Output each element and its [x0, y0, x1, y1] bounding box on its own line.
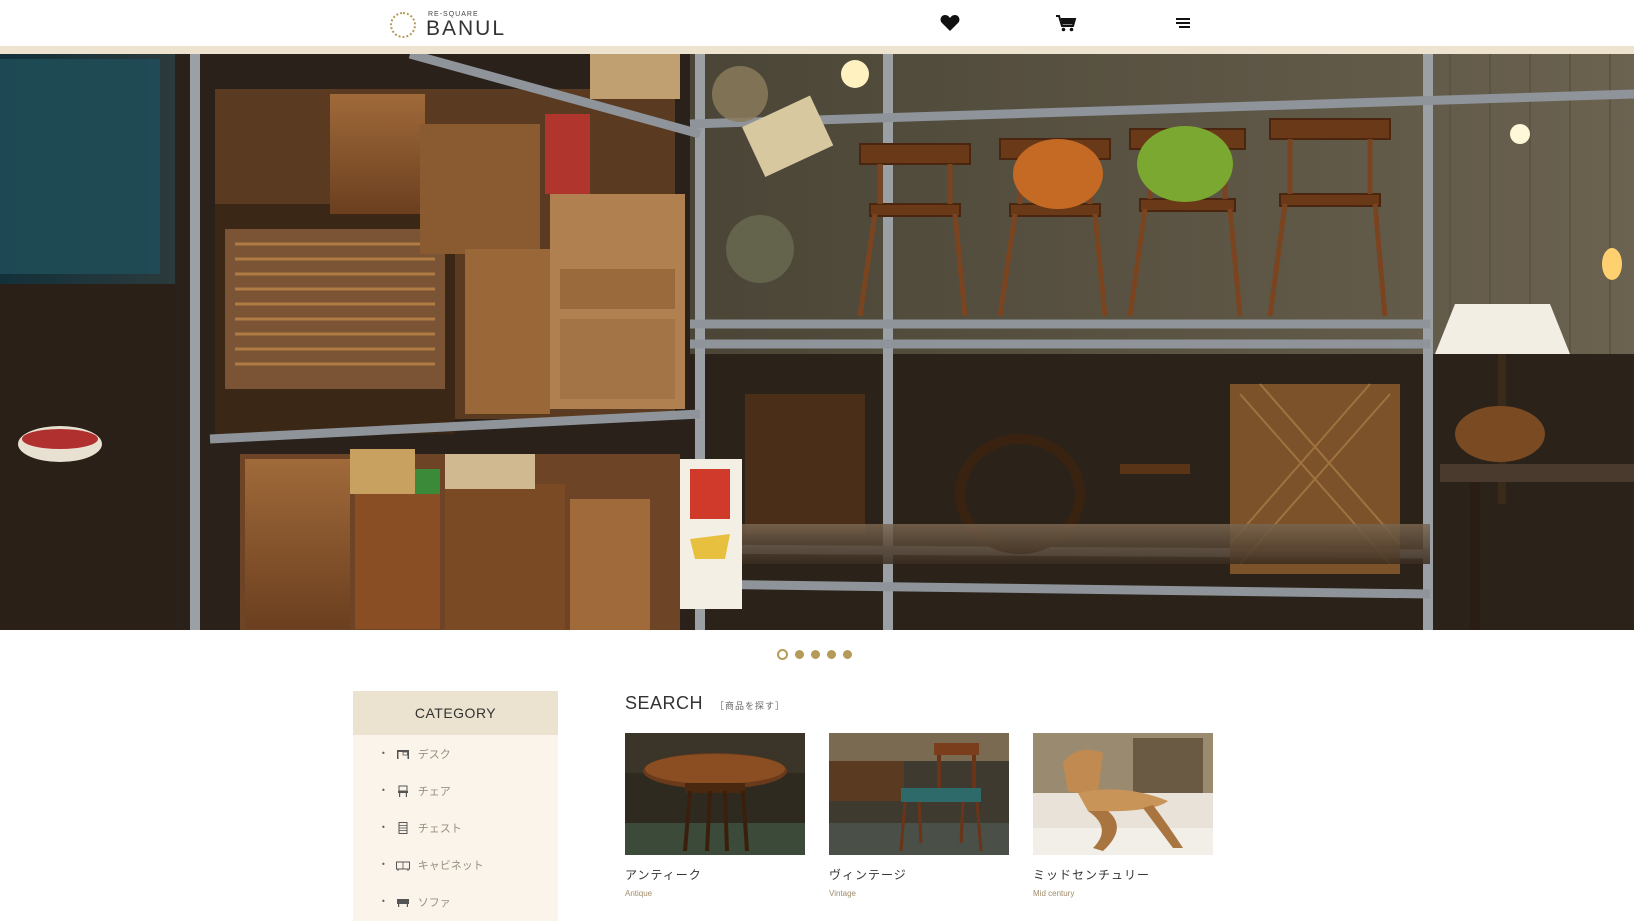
- logo-brand-text: BAΝUL: [426, 17, 507, 40]
- cart-icon: [1056, 15, 1077, 32]
- category-item-label: チェア: [417, 784, 451, 798]
- search-subtitle: ［商品を探す］: [715, 702, 786, 712]
- category-item-chair[interactable]: • チェア: [353, 772, 558, 809]
- card-subtitle: Vintage: [829, 889, 856, 898]
- site-logo[interactable]: RE-SQUARE BAΝUL: [390, 9, 530, 41]
- carousel-dot-3[interactable]: [811, 650, 820, 659]
- hero-slide-image: [0, 54, 1634, 630]
- card-title: ミッドセンチュリー: [1033, 868, 1151, 882]
- chest-icon: [398, 821, 408, 834]
- menu-icon: [1176, 18, 1190, 28]
- bullet-icon: •: [381, 823, 386, 832]
- category-item-label: ソファ: [417, 895, 451, 909]
- logo-ring-mark: [390, 12, 416, 38]
- category-item-desk[interactable]: • デスク: [353, 735, 558, 772]
- cart-button[interactable]: [1054, 11, 1078, 35]
- card-subtitle: Antique: [625, 889, 653, 898]
- desk-icon: [396, 749, 409, 759]
- header-accent-stripe: [0, 46, 1634, 54]
- category-item-label: キャビネット: [417, 858, 484, 872]
- category-item-label: チェスト: [417, 821, 462, 835]
- cabinet-icon: [395, 861, 410, 871]
- category-item-sofa[interactable]: • ソファ: [353, 883, 558, 920]
- bullet-icon: •: [381, 897, 386, 906]
- category-item-cabinet[interactable]: • キャビネット: [353, 846, 558, 883]
- category-item-chest[interactable]: • チェスト: [353, 809, 558, 846]
- antique-shop-photo: [0, 54, 1634, 630]
- category-list: • デスク • チェア • チェスト • キャビネット • ソファ: [353, 735, 558, 920]
- chair-icon: [397, 785, 408, 797]
- card-title: アンティーク: [625, 868, 702, 882]
- carousel-dot-2[interactable]: [795, 650, 804, 659]
- card-title: ヴィンテージ: [829, 868, 907, 882]
- bullet-icon: •: [381, 860, 386, 869]
- carousel-dots: [777, 649, 852, 660]
- category-item-label: デスク: [417, 747, 451, 761]
- site-header: RE-SQUARE BAΝUL: [0, 0, 1634, 46]
- search-card-mid-century[interactable]: ミッドセンチュリー Mid century: [1033, 733, 1213, 898]
- heart-icon: [940, 15, 960, 31]
- category-panel: CATEGORY • デスク • チェア • チェスト • キャビネット • ソ…: [353, 691, 558, 921]
- sofa-icon: [396, 898, 409, 907]
- favorites-button[interactable]: [938, 11, 962, 35]
- search-card-vintage[interactable]: ヴィンテージ Vintage: [829, 733, 1009, 898]
- bullet-icon: •: [381, 749, 386, 758]
- carousel-dot-5[interactable]: [843, 650, 852, 659]
- card-subtitle: Mid century: [1033, 889, 1075, 898]
- bullet-icon: •: [381, 786, 386, 795]
- menu-button[interactable]: [1171, 11, 1195, 35]
- carousel-dot-4[interactable]: [827, 650, 836, 659]
- mid-century-chair-photo: [1033, 733, 1213, 855]
- antique-table-photo: [625, 733, 805, 855]
- carousel-dot-1[interactable]: [777, 649, 788, 660]
- search-card-antique[interactable]: アンティーク Antique: [625, 733, 805, 898]
- search-heading: SEARCH ［商品を探す］: [625, 693, 785, 714]
- category-title: CATEGORY: [353, 691, 558, 735]
- vintage-chair-photo: [829, 733, 1009, 855]
- logo-text: RE-SQUARE BAΝUL: [426, 11, 506, 39]
- search-title: SEARCH: [625, 693, 704, 713]
